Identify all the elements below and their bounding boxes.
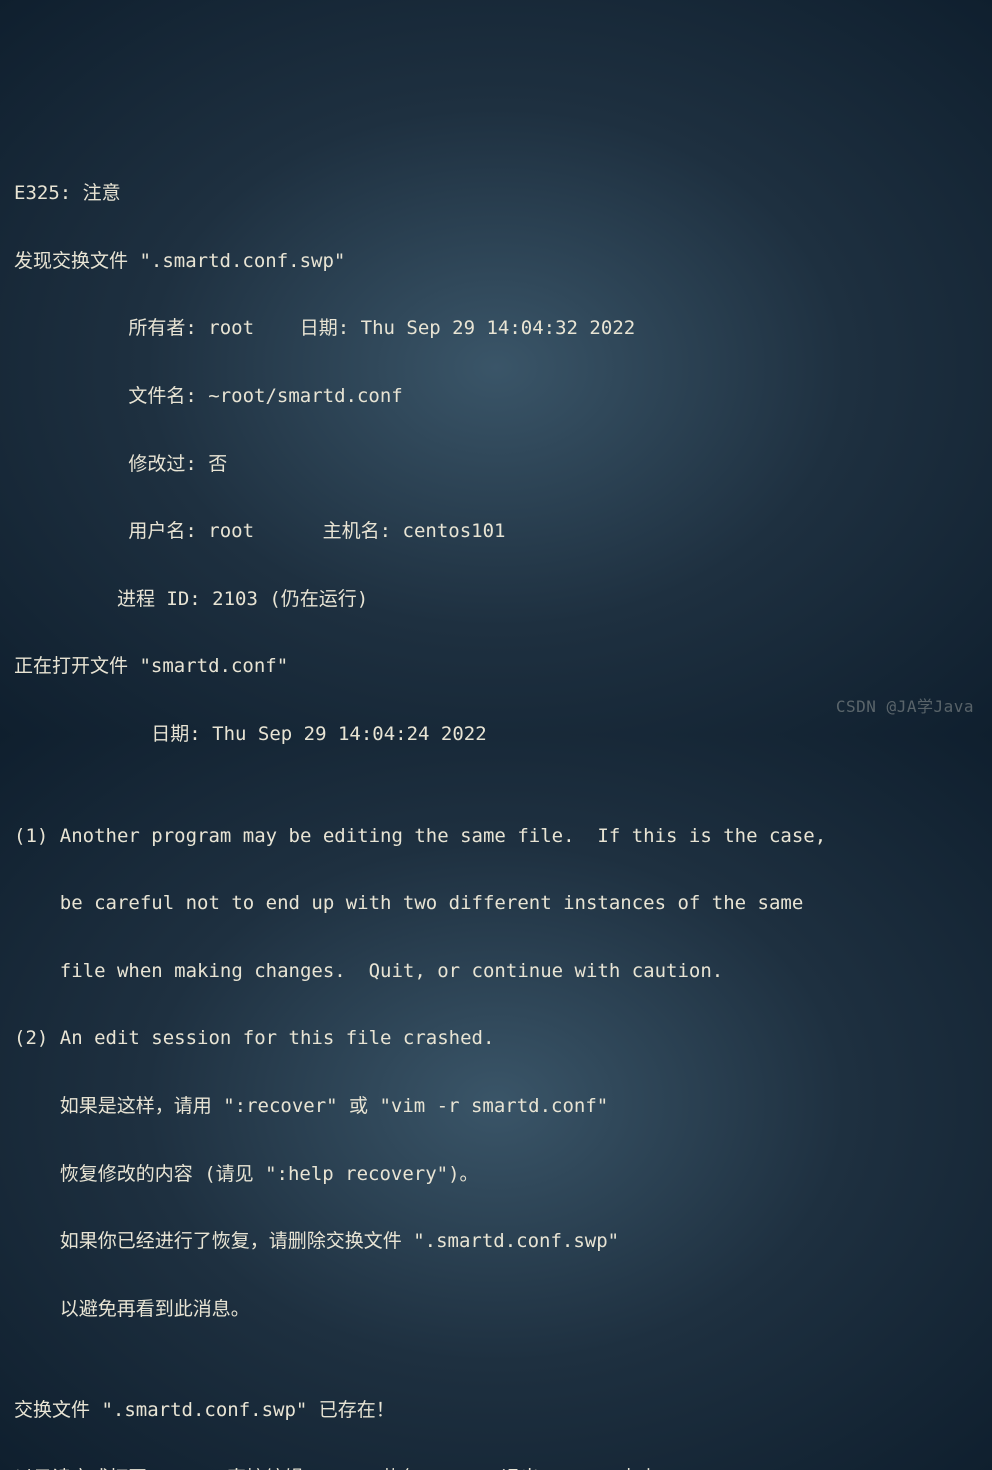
warning-2-line-3: 恢复修改的内容 (请见 ":help recovery")。 [14,1158,978,1192]
warning-2-line-1: (2) An edit session for this file crashe… [14,1022,978,1056]
warning-1-line-3: file when making changes. Quit, or conti… [14,955,978,989]
warning-2-line-2: 如果是这样，请用 ":recover" 或 "vim -r smartd.con… [14,1090,978,1124]
warning-2-line-5: 以避免再看到此消息。 [14,1293,978,1327]
user-host-line: 用户名: root 主机名: centos101 [14,515,978,549]
swap-exists-line: 交换文件 ".smartd.conf.swp" 已存在！ [14,1394,978,1428]
watermark-text: CSDN @JA学Java [836,693,974,721]
process-id-line: 进程 ID: 2103 (仍在运行) [14,583,978,617]
prompt-line[interactable]: 以只读方式打开([O]), 直接编辑((E)), 恢复((R)), 退出((Q)… [14,1462,978,1470]
warning-2-line-4: 如果你已经进行了恢复，请删除交换文件 ".smartd.conf.swp" [14,1225,978,1259]
filename-line: 文件名: ~root/smartd.conf [14,380,978,414]
vim-swap-warning-screen: E325: 注意 发现交换文件 ".smartd.conf.swp" 所有者: … [14,143,978,1470]
owner-date-line: 所有者: root 日期: Thu Sep 29 14:04:32 2022 [14,312,978,346]
opening-file-line: 正在打开文件 "smartd.conf" [14,650,978,684]
warning-1-line-1: (1) Another program may be editing the s… [14,820,978,854]
swap-file-found-line: 发现交换文件 ".smartd.conf.swp" [14,245,978,279]
error-code-line: E325: 注意 [14,177,978,211]
warning-1-line-2: be careful not to end up with two differ… [14,887,978,921]
modified-line: 修改过: 否 [14,448,978,482]
